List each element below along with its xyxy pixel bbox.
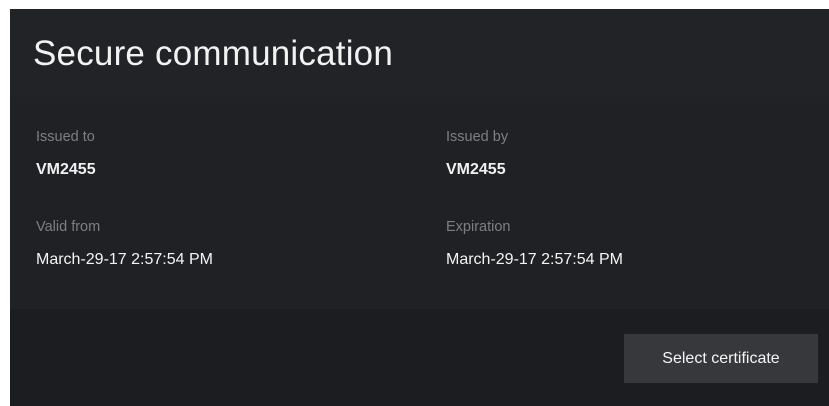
expiration-value: March-29-17 2:57:54 PM (446, 251, 623, 268)
valid-from-field: Valid from March-29-17 2:57:54 PM (36, 218, 213, 270)
issued-to-field: Issued to VM2455 (36, 128, 96, 180)
valid-from-label: Valid from (36, 219, 101, 235)
expiration-field: Expiration March-29-17 2:57:54 PM (446, 218, 623, 270)
issued-to-label: Issued to (36, 129, 95, 145)
issued-by-label: Issued by (446, 129, 509, 145)
panel-title: Secure communication (33, 34, 393, 73)
expiration-label: Expiration (446, 219, 511, 235)
secure-communication-panel: Secure communication Issued to VM2455 Is… (10, 9, 829, 406)
issued-by-field: Issued by VM2455 (446, 128, 508, 180)
issued-by-value: VM2455 (446, 161, 506, 178)
issued-to-value: VM2455 (36, 161, 96, 178)
select-certificate-button[interactable]: Select certificate (624, 334, 818, 383)
valid-from-value: March-29-17 2:57:54 PM (36, 251, 213, 268)
